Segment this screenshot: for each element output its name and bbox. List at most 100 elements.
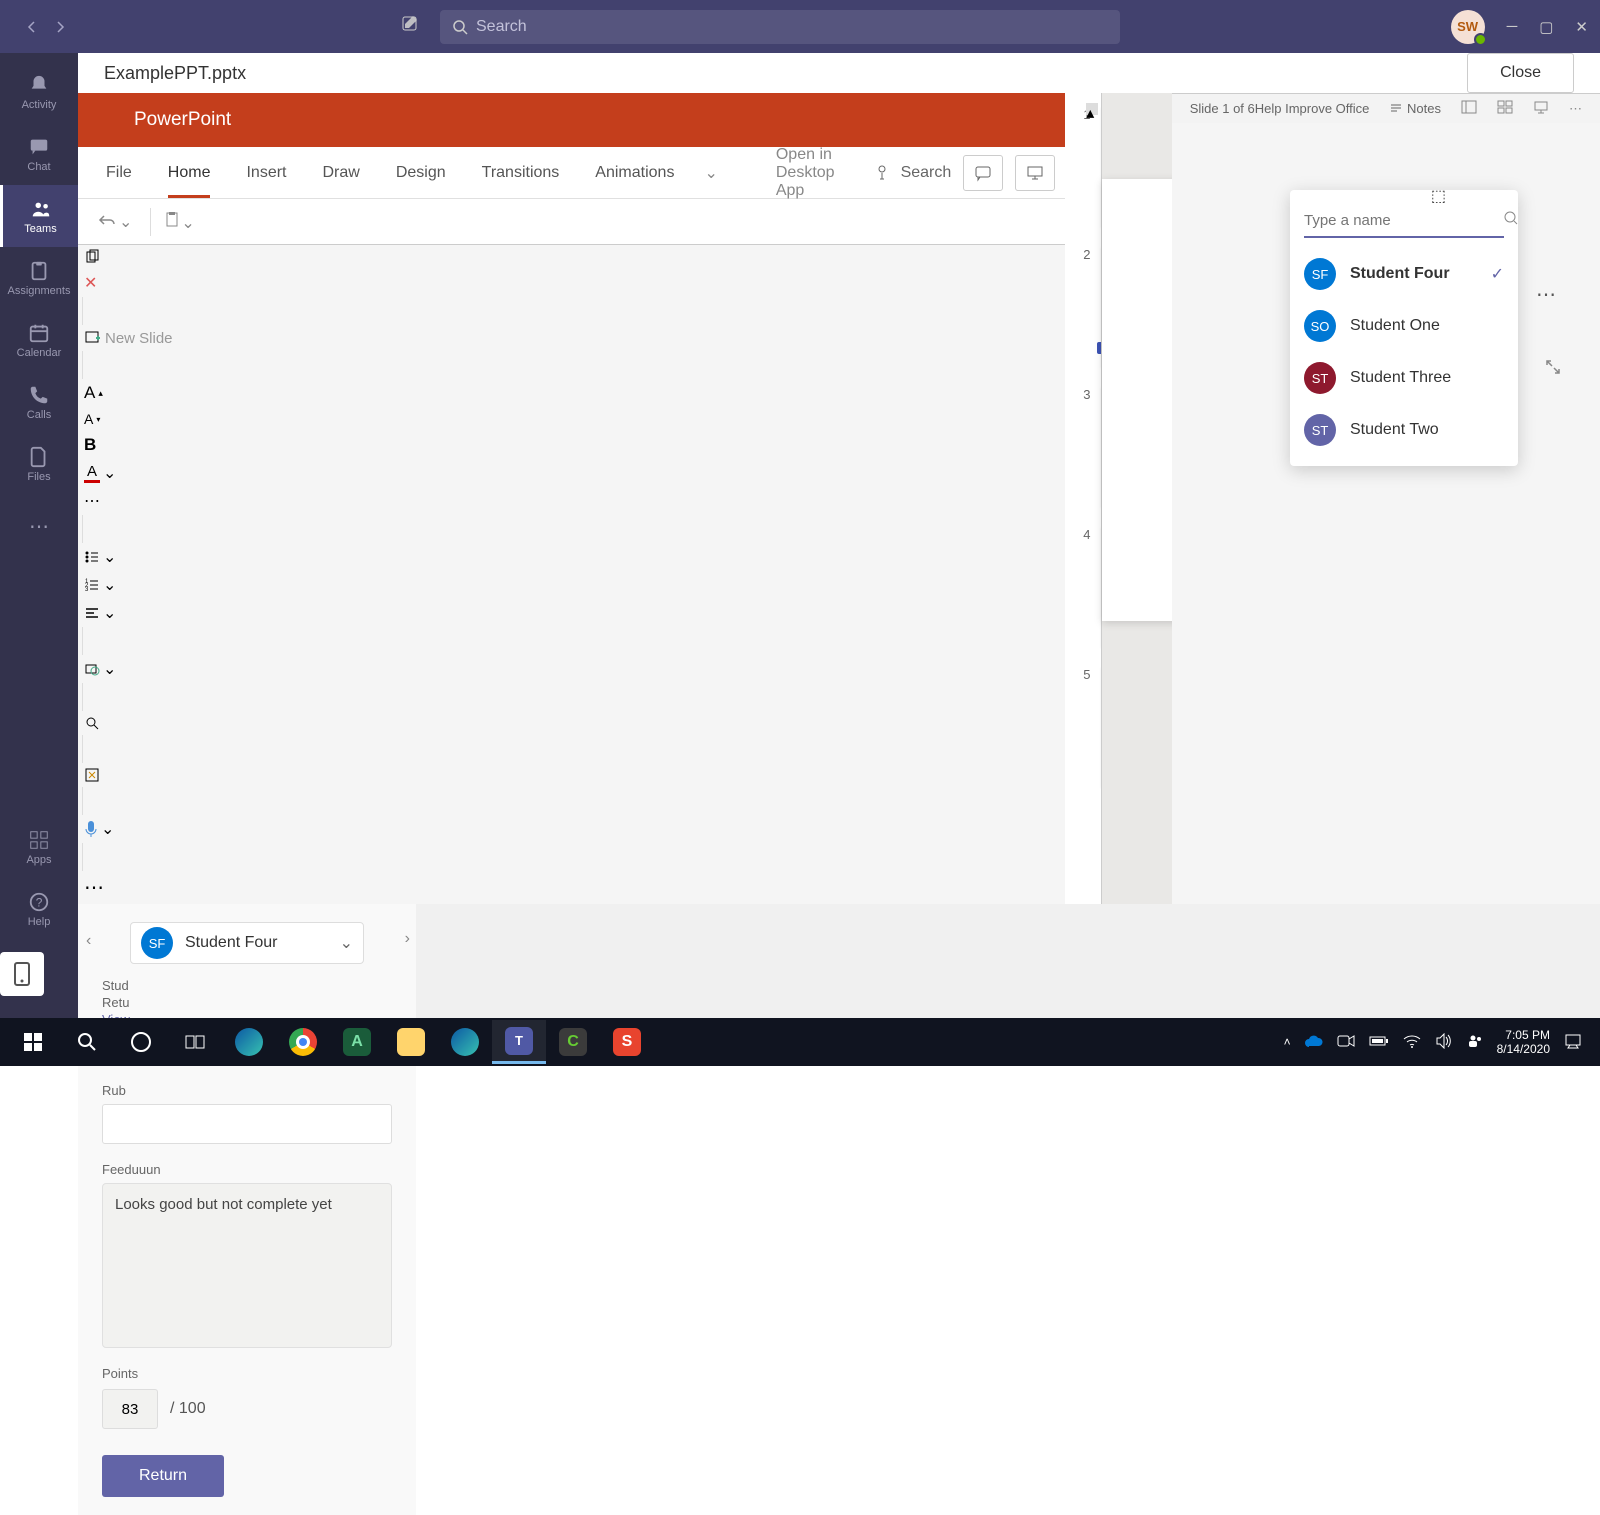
dictate-button[interactable]: ⌄ bbox=[78, 815, 1065, 843]
font-decrease-button[interactable]: A▾ bbox=[78, 407, 1065, 431]
tray-expand-icon[interactable]: ˄ bbox=[1284, 1035, 1291, 1049]
tab-design[interactable]: Design bbox=[378, 147, 464, 198]
reading-view-icon[interactable] bbox=[1533, 100, 1549, 117]
zoom-icon[interactable]: ⋯ bbox=[1569, 101, 1582, 117]
dropdown-search-input[interactable] bbox=[1304, 212, 1503, 229]
rail-chat[interactable]: Chat bbox=[0, 123, 78, 185]
return-button[interactable]: Return bbox=[102, 1455, 224, 1497]
present-button[interactable] bbox=[1015, 155, 1055, 191]
copy-button[interactable] bbox=[78, 245, 1065, 269]
rail-apps[interactable]: Apps bbox=[0, 816, 78, 878]
help-improve-link[interactable]: Help Improve Office bbox=[1255, 101, 1370, 116]
student-selector[interactable]: SF Student Four ⌄ bbox=[130, 922, 364, 964]
close-button[interactable]: Close bbox=[1467, 53, 1574, 93]
rail-assignments[interactable]: Assignments bbox=[0, 247, 78, 309]
taskbar-snagit[interactable]: S bbox=[600, 1020, 654, 1064]
rubric-expand-icon[interactable] bbox=[1544, 358, 1562, 381]
taskbar-chrome[interactable] bbox=[276, 1020, 330, 1064]
tab-file[interactable]: File bbox=[88, 147, 150, 198]
numbering-button[interactable]: 123⌄ bbox=[78, 571, 1065, 599]
prev-student-arrow[interactable]: ‹ bbox=[86, 932, 91, 950]
rail-help[interactable]: ?Help bbox=[0, 878, 78, 940]
dropdown-item-student-two[interactable]: ST Student Two bbox=[1290, 404, 1518, 456]
tab-animations[interactable]: Animations bbox=[577, 147, 692, 198]
rail-activity[interactable]: Activity bbox=[0, 61, 78, 123]
svg-text:3: 3 bbox=[85, 587, 89, 593]
tray-onedrive-icon[interactable] bbox=[1305, 1035, 1323, 1050]
nav-forward[interactable] bbox=[50, 17, 70, 37]
tray-wifi-icon[interactable] bbox=[1403, 1034, 1421, 1051]
document-title: ExamplePPT.pptx bbox=[104, 63, 246, 84]
points-input[interactable] bbox=[102, 1389, 158, 1429]
bold-button[interactable]: B bbox=[78, 431, 1065, 459]
thumbnail-scrollbar[interactable]: ▴ bbox=[1086, 103, 1098, 115]
rubric-label: Rub bbox=[102, 1083, 392, 1098]
tab-home[interactable]: Home bbox=[150, 147, 229, 198]
rail-calls[interactable]: Calls bbox=[0, 371, 78, 433]
find-button[interactable] bbox=[78, 711, 1065, 735]
tray-teams-icon[interactable] bbox=[1467, 1033, 1483, 1052]
dropdown-item-student-one[interactable]: SO Student One bbox=[1290, 300, 1518, 352]
tray-notifications-icon[interactable] bbox=[1564, 1033, 1582, 1052]
cut-button[interactable]: ✕ bbox=[78, 269, 1065, 297]
nav-back[interactable] bbox=[22, 17, 42, 37]
undo-button[interactable]: ⌄ bbox=[92, 208, 138, 236]
tab-draw[interactable]: Draw bbox=[304, 147, 377, 198]
comments-button[interactable] bbox=[963, 155, 1003, 191]
rail-mobile-icon[interactable] bbox=[0, 952, 44, 996]
open-desktop-link[interactable]: Open in Desktop App bbox=[776, 146, 835, 200]
close-window-button[interactable]: ✕ bbox=[1575, 18, 1588, 36]
student-avatar: SF bbox=[141, 927, 173, 959]
tab-transitions[interactable]: Transitions bbox=[464, 147, 578, 198]
search-icon bbox=[1503, 210, 1519, 231]
designer-button[interactable] bbox=[78, 763, 1065, 787]
user-avatar[interactable]: SW bbox=[1451, 10, 1485, 44]
font-color-button[interactable]: A⌄ bbox=[78, 459, 1065, 487]
rail-files[interactable]: Files bbox=[0, 433, 78, 495]
dropdown-item-student-three[interactable]: ST Student Three bbox=[1290, 352, 1518, 404]
notes-toggle[interactable]: Notes bbox=[1389, 101, 1441, 116]
taskbar-search[interactable] bbox=[60, 1020, 114, 1064]
taskbar-teams[interactable]: T bbox=[492, 1020, 546, 1064]
attachment-more-icon[interactable]: ⋯ bbox=[1536, 282, 1558, 307]
sorter-view-icon[interactable] bbox=[1497, 100, 1513, 117]
slide-canvas[interactable]: Country By: bbox=[1102, 179, 1171, 621]
taskbar-edge[interactable] bbox=[222, 1020, 276, 1064]
more-font-button[interactable]: ⋯ bbox=[78, 487, 1065, 515]
compose-icon[interactable] bbox=[400, 14, 420, 39]
normal-view-icon[interactable] bbox=[1461, 100, 1477, 117]
start-button[interactable] bbox=[6, 1020, 60, 1064]
shapes-button[interactable]: ⌄ bbox=[78, 655, 1065, 683]
align-button[interactable]: ⌄ bbox=[78, 599, 1065, 627]
minimize-button[interactable]: ─ bbox=[1507, 18, 1518, 35]
rail-more[interactable]: ⋯ bbox=[0, 495, 78, 557]
cortana-button[interactable] bbox=[114, 1020, 168, 1064]
tab-insert[interactable]: Insert bbox=[228, 147, 304, 198]
feedback-textarea[interactable]: Looks good but not complete yet bbox=[102, 1183, 392, 1348]
slide-counter: Slide 1 of 6 bbox=[1190, 101, 1255, 116]
student-dropdown: SF Student Four ✓ SO Student One ST Stud… bbox=[1290, 190, 1518, 466]
font-increase-button[interactable]: A▴ bbox=[78, 379, 1065, 407]
paste-button[interactable]: ⌄ bbox=[163, 210, 194, 233]
bullets-button[interactable]: ⌄ bbox=[78, 543, 1065, 571]
taskbar-clock[interactable]: 7:05 PM 8/14/2020 bbox=[1497, 1028, 1550, 1057]
taskbar-app-a[interactable]: A bbox=[330, 1020, 384, 1064]
tell-me-search[interactable]: Search bbox=[875, 164, 952, 182]
tray-volume-icon[interactable] bbox=[1435, 1033, 1453, 1052]
dropdown-item-student-four[interactable]: SF Student Four ✓ bbox=[1290, 248, 1518, 300]
new-slide-button[interactable]: New Slide bbox=[78, 325, 1065, 351]
task-view-button[interactable] bbox=[168, 1020, 222, 1064]
maximize-button[interactable]: ▢ bbox=[1539, 18, 1553, 36]
more-ribbon-button[interactable]: ⋯ bbox=[78, 871, 1065, 904]
next-student-arrow[interactable]: › bbox=[405, 930, 410, 948]
rail-calendar[interactable]: Calendar bbox=[0, 309, 78, 371]
taskbar-edge2[interactable] bbox=[438, 1020, 492, 1064]
taskbar-explorer[interactable] bbox=[384, 1020, 438, 1064]
tray-battery-icon[interactable] bbox=[1369, 1035, 1389, 1050]
taskbar-camtasia[interactable]: C bbox=[546, 1020, 600, 1064]
search-input[interactable]: Search bbox=[440, 10, 1120, 44]
tray-meet-now-icon[interactable] bbox=[1337, 1034, 1355, 1051]
tabs-more-icon[interactable]: ⌄ bbox=[692, 163, 729, 183]
rubric-box[interactable] bbox=[102, 1104, 392, 1144]
rail-teams[interactable]: Teams bbox=[0, 185, 78, 247]
